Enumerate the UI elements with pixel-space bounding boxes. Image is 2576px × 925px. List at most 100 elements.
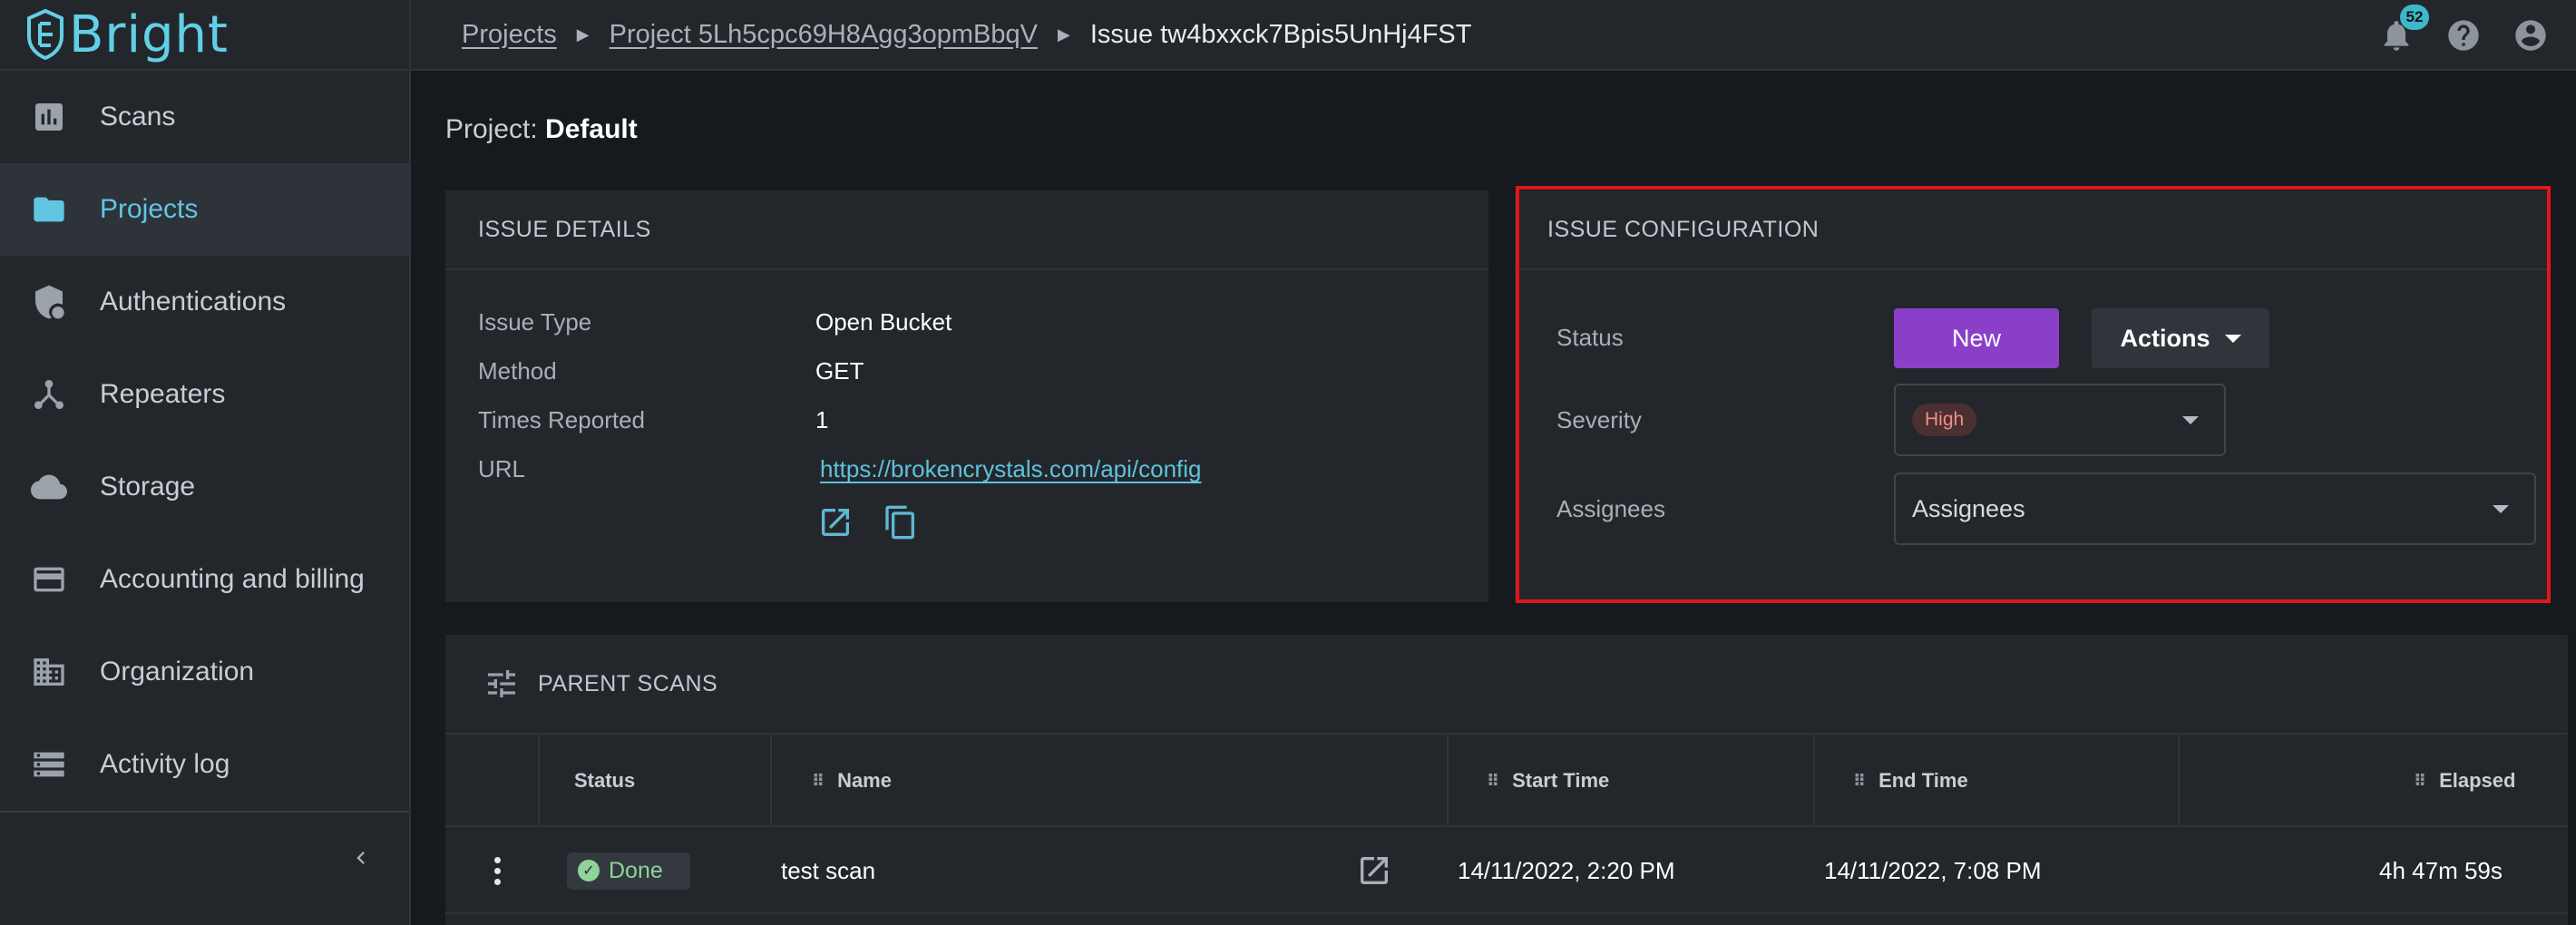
open-in-new-button[interactable] bbox=[817, 504, 854, 540]
times-reported-label: Times Reported bbox=[478, 406, 645, 433]
sidebar-item-authentications[interactable]: Authentications bbox=[0, 256, 409, 348]
sidebar-item-accounting-and-billing[interactable]: Accounting and billing bbox=[0, 533, 409, 626]
url-link[interactable]: https://brokencrystals.com/api/config bbox=[820, 455, 1202, 483]
table-row[interactable]: ✓ Done test scan 14/11/2022, 2:20 PM 14/… bbox=[445, 827, 2568, 914]
sidebar-item-organization[interactable]: Organization bbox=[0, 626, 409, 718]
sidebar-divider bbox=[0, 811, 409, 813]
severity-label: Severity bbox=[1556, 406, 1642, 433]
column-divider bbox=[538, 735, 540, 827]
chevron-left-icon bbox=[356, 852, 365, 864]
assignees-label: Assignees bbox=[1556, 495, 1665, 522]
column-header-elapsed[interactable]: ⠿ Elapsed bbox=[2414, 735, 2515, 827]
column-header-end-time[interactable]: ⠿ End Time bbox=[1853, 735, 1968, 827]
caret-down-icon bbox=[2493, 505, 2509, 513]
breadcrumb-separator-icon: ▶ bbox=[1057, 24, 1070, 44]
sidebar-item-label: Repeaters bbox=[100, 379, 226, 409]
issue-configuration-title: ISSUE CONFIGURATION bbox=[1515, 190, 2549, 270]
copy-url-button[interactable] bbox=[883, 504, 919, 540]
bright-shield-icon bbox=[27, 9, 63, 60]
sidebar-item-label: Storage bbox=[100, 472, 196, 501]
logo-text: Bright bbox=[69, 5, 229, 64]
list-storage-icon bbox=[29, 745, 69, 784]
start-time-cell: 14/11/2022, 2:20 PM bbox=[1458, 856, 1675, 884]
sidebar-nav: Scans Projects Authentications Repeaters… bbox=[0, 71, 409, 811]
project-name: Default bbox=[545, 114, 638, 144]
sidebar: Bright Scans Projects Authentications Re… bbox=[0, 0, 411, 925]
building-icon bbox=[29, 652, 69, 692]
sidebar-item-label: Authentications bbox=[100, 287, 287, 316]
kebab-menu-icon bbox=[494, 856, 502, 885]
parent-scans-header: PARENT SCANS bbox=[445, 635, 2568, 735]
breadcrumb-current-issue: Issue tw4bxxck7Bpis5UnHj4FST bbox=[1089, 19, 1472, 49]
status-new-button[interactable]: New bbox=[1894, 308, 2059, 368]
cloud-icon bbox=[29, 467, 69, 507]
open-in-new-icon bbox=[822, 509, 849, 536]
issue-type-label: Issue Type bbox=[478, 308, 592, 336]
sidebar-item-projects[interactable]: Projects bbox=[0, 163, 409, 256]
status-text: Done bbox=[609, 857, 663, 883]
sidebar-item-label: Scans bbox=[100, 102, 176, 131]
caret-down-icon bbox=[2182, 416, 2199, 424]
assignees-select[interactable]: Assignees bbox=[1894, 472, 2536, 545]
drag-handle-icon[interactable]: ⠿ bbox=[1487, 772, 1499, 791]
elapsed-cell: 4h 47m 59s bbox=[2379, 856, 2503, 884]
copy-icon bbox=[885, 505, 914, 540]
top-bar-actions: 52 bbox=[2378, 0, 2549, 71]
column-label: End Time bbox=[1878, 769, 1968, 792]
sidebar-item-storage[interactable]: Storage bbox=[0, 441, 409, 533]
column-header-name[interactable]: ⠿ Name bbox=[812, 735, 892, 827]
brand-logo[interactable]: Bright bbox=[0, 0, 409, 71]
open-in-new-icon bbox=[1361, 857, 1388, 884]
severity-chip: High bbox=[1912, 404, 1977, 436]
url-label: URL bbox=[478, 455, 526, 482]
sidebar-item-scans[interactable]: Scans bbox=[0, 71, 409, 163]
sidebar-item-label: Organization bbox=[100, 657, 255, 686]
column-divider bbox=[770, 735, 772, 827]
actions-dropdown-button[interactable]: Actions bbox=[2092, 308, 2269, 368]
project-label-prefix: Project: bbox=[445, 114, 546, 144]
method-value: GET bbox=[815, 357, 864, 385]
shield-lock-icon bbox=[29, 282, 69, 322]
issue-details-card: ISSUE DETAILS Issue Type Open Bucket Met… bbox=[445, 190, 1488, 602]
column-header-status[interactable]: Status bbox=[574, 735, 635, 827]
top-bar: Projects ▶ Project 5Lh5cpc69H8Agg3opmBbq… bbox=[411, 0, 2576, 71]
column-divider bbox=[2178, 735, 2180, 827]
sidebar-item-label: Activity log bbox=[100, 749, 230, 779]
folder-icon bbox=[29, 190, 69, 229]
method-label: Method bbox=[478, 357, 557, 385]
notification-count-badge: 52 bbox=[2400, 5, 2429, 30]
parent-scans-title: PARENT SCANS bbox=[538, 670, 718, 696]
drag-handle-icon[interactable]: ⠿ bbox=[1853, 772, 1866, 791]
status-badge: ✓ Done bbox=[567, 852, 690, 890]
status-cell: ✓ Done bbox=[567, 827, 690, 914]
scan-name-cell[interactable]: test scan bbox=[781, 827, 875, 914]
status-label: Status bbox=[1556, 324, 1624, 351]
check-circle-icon: ✓ bbox=[578, 860, 600, 881]
account-icon bbox=[2515, 20, 2546, 51]
sidebar-item-repeaters[interactable]: Repeaters bbox=[0, 348, 409, 441]
breadcrumb-projects-link[interactable]: Projects bbox=[462, 20, 557, 50]
column-label: Name bbox=[837, 769, 892, 792]
tune-icon[interactable] bbox=[483, 666, 520, 702]
notifications-button[interactable]: 52 bbox=[2378, 5, 2429, 54]
breadcrumb-project-link[interactable]: Project 5Lh5cpc69H8Agg3opmBbqV bbox=[610, 20, 1038, 50]
column-divider bbox=[1447, 735, 1449, 827]
end-time-cell: 14/11/2022, 7:08 PM bbox=[1824, 856, 2042, 884]
actions-label: Actions bbox=[2120, 324, 2210, 352]
repeater-hub-icon bbox=[29, 375, 69, 414]
project-label: Project: Default bbox=[445, 114, 638, 145]
sidebar-item-activity-log[interactable]: Activity log bbox=[0, 718, 409, 811]
account-button[interactable] bbox=[2513, 17, 2549, 54]
collapse-sidebar-button[interactable] bbox=[345, 842, 377, 874]
issue-configuration-card: ISSUE CONFIGURATION Status New Actions S… bbox=[1515, 190, 2549, 602]
bar-chart-icon bbox=[29, 97, 69, 137]
severity-select[interactable]: High bbox=[1894, 384, 2226, 456]
assignees-placeholder: Assignees bbox=[1912, 494, 2025, 522]
sidebar-item-label: Projects bbox=[100, 194, 199, 224]
row-menu-button[interactable] bbox=[494, 827, 502, 914]
drag-handle-icon[interactable]: ⠿ bbox=[2414, 772, 2426, 791]
column-header-start-time[interactable]: ⠿ Start Time bbox=[1487, 735, 1609, 827]
open-scan-button[interactable] bbox=[1356, 827, 1392, 914]
drag-handle-icon[interactable]: ⠿ bbox=[812, 772, 825, 791]
help-button[interactable] bbox=[2445, 17, 2482, 54]
